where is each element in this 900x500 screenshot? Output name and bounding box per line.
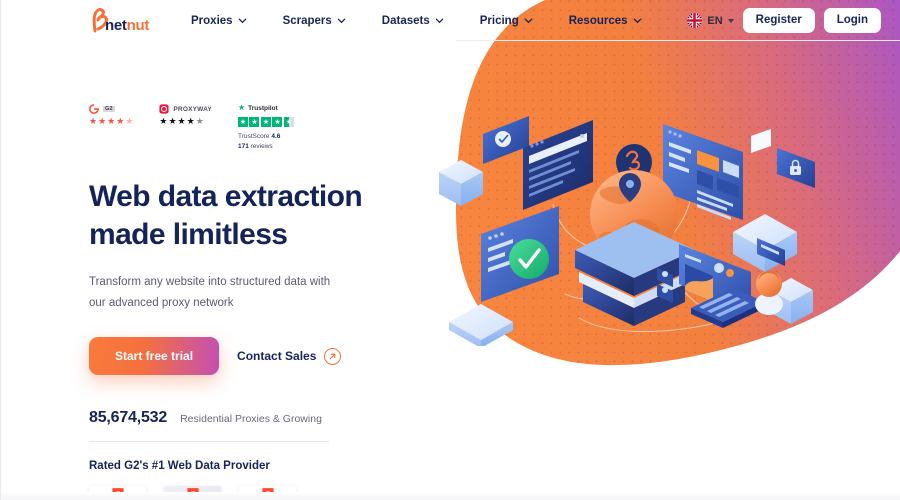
nav-item-label: Scrapers bbox=[282, 14, 332, 27]
hero-content: G2 ★ ★ ★ ★ ★ PROXYWAY ★ ★ ★ ★ ★ ★ Trustp… bbox=[89, 104, 419, 500]
caret-down-icon bbox=[727, 18, 734, 23]
star-icon: ★ bbox=[159, 116, 168, 126]
trustpilot-label: Trustpilot bbox=[248, 104, 278, 112]
trustpilot-rating-boxes: ★ ★ ★ ★ ★ bbox=[237, 117, 294, 127]
trustpilot-box: ★ bbox=[249, 117, 260, 127]
chevron-down-icon bbox=[633, 18, 641, 24]
white-card bbox=[751, 129, 771, 153]
star-icon: ★ bbox=[89, 116, 98, 126]
nav-menu: Proxies Scrapers Datasets Pricing Resour… bbox=[191, 0, 660, 41]
review-badges: G2 ★ ★ ★ ★ ★ PROXYWAY ★ ★ ★ ★ ★ ★ Trustp… bbox=[89, 104, 419, 152]
arrow-up-right-circle-icon bbox=[324, 347, 342, 365]
g2-badge-label: G2 bbox=[103, 106, 115, 112]
pedestal-base bbox=[575, 222, 695, 326]
g2-stars: ★ ★ ★ ★ ★ bbox=[89, 117, 133, 126]
page-title: Web data extraction made limitless bbox=[89, 180, 363, 252]
nav-item-resources[interactable]: Resources bbox=[569, 15, 660, 27]
chevron-down-icon bbox=[337, 18, 346, 24]
check-circle-panel bbox=[481, 206, 559, 302]
login-button[interactable]: Login bbox=[823, 7, 881, 34]
trustpilot-box: ★ bbox=[260, 117, 271, 127]
nav-item-label: Datasets bbox=[381, 14, 430, 27]
logo-text-net: net bbox=[105, 17, 127, 34]
hero-cta-row: Start free trial Contact Sales bbox=[89, 337, 419, 376]
proxyway-badge-label: PROXYWAY bbox=[173, 105, 212, 113]
nav-item-proxies[interactable]: Proxies bbox=[191, 15, 265, 27]
trustpilot-head: ★ Trustpilot bbox=[238, 104, 294, 112]
page-bottom-edge bbox=[1, 492, 900, 500]
hero-illustration bbox=[433, 86, 833, 351]
star-half-icon: ★ bbox=[195, 116, 204, 126]
landing-page: netnut Proxies Scrapers Datasets Pricing… bbox=[0, 0, 900, 500]
g2-logo-icon bbox=[89, 104, 99, 114]
logo-text-nut: nut bbox=[126, 17, 150, 34]
nav-item-label: Pricing bbox=[479, 14, 519, 27]
trustpilot-star-icon: ★ bbox=[237, 103, 246, 112]
shield-check-panel bbox=[483, 116, 529, 164]
language-label: EN bbox=[707, 14, 723, 27]
star-half-icon: ★ bbox=[125, 116, 134, 126]
contact-sales-link[interactable]: Contact Sales bbox=[237, 347, 342, 365]
star-icon: ★ bbox=[177, 116, 186, 126]
nav-item-label: Resources bbox=[568, 14, 628, 27]
trustpilot-box: ★ bbox=[272, 117, 283, 127]
g2-badge-head: G2 bbox=[89, 104, 133, 114]
logo-wordmark: netnut bbox=[105, 17, 149, 34]
stat-row: 85,674,532 Residential Proxies & Growing bbox=[89, 409, 419, 427]
start-free-trial-button[interactable]: Start free trial bbox=[89, 337, 220, 376]
proxyway-stars: ★ ★ ★ ★ ★ bbox=[159, 117, 212, 126]
nav-item-label: Proxies bbox=[191, 14, 233, 27]
trustpilot-box: ★ bbox=[237, 117, 248, 127]
reviews-label: reviews bbox=[250, 143, 273, 150]
uk-flag-icon bbox=[687, 13, 703, 28]
browser-window-panel bbox=[523, 120, 593, 210]
proxy-count-label: Residential Proxies & Growing bbox=[180, 413, 322, 426]
trustscore-label: TrustScore bbox=[237, 133, 270, 140]
chevron-down-icon bbox=[524, 18, 533, 24]
proxyway-badge[interactable]: PROXYWAY ★ ★ ★ ★ ★ bbox=[159, 104, 212, 126]
cube-icon bbox=[449, 304, 513, 348]
nav-item-datasets[interactable]: Datasets bbox=[382, 15, 462, 27]
trustpilot-reviews: 171 reviews bbox=[238, 143, 294, 150]
trustpilot-score: TrustScore 4.6 bbox=[238, 133, 294, 140]
nav-item-pricing[interactable]: Pricing bbox=[480, 15, 551, 27]
trustpilot-badge[interactable]: ★ Trustpilot ★ ★ ★ ★ ★ TrustScore 4.6 17… bbox=[237, 104, 294, 150]
trustpilot-box-half: ★ bbox=[283, 117, 294, 127]
reviews-count: 171 bbox=[237, 143, 249, 150]
hero-subheading: Transform any website into structured da… bbox=[89, 275, 331, 310]
language-selector[interactable]: EN bbox=[687, 13, 734, 28]
divider bbox=[89, 441, 329, 443]
chevron-down-icon bbox=[238, 18, 246, 24]
trustscore-value: 4.6 bbox=[271, 133, 281, 140]
main-navigation: netnut Proxies Scrapers Datasets Pricing… bbox=[1, 0, 900, 41]
star-icon: ★ bbox=[98, 116, 107, 126]
proxy-count-value: 85,674,532 bbox=[89, 409, 168, 427]
star-icon: ★ bbox=[107, 116, 116, 126]
star-icon: ★ bbox=[168, 116, 177, 126]
nav-item-scrapers[interactable]: Scrapers bbox=[283, 15, 364, 27]
star-icon: ★ bbox=[116, 116, 125, 126]
proxyway-logo-icon bbox=[159, 104, 169, 114]
rated-title: Rated G2's #1 Web Data Provider bbox=[89, 460, 270, 473]
nav-actions: EN Register Login bbox=[687, 0, 881, 41]
g2-badge[interactable]: G2 ★ ★ ★ ★ ★ bbox=[89, 104, 133, 126]
chevron-down-icon bbox=[435, 18, 444, 24]
proxyway-badge-head: PROXYWAY bbox=[159, 104, 212, 114]
contact-sales-label: Contact Sales bbox=[237, 349, 317, 364]
register-button[interactable]: Register bbox=[742, 7, 815, 34]
lock-panel bbox=[777, 148, 815, 188]
star-icon: ★ bbox=[186, 116, 195, 126]
cube-icon bbox=[439, 160, 483, 206]
